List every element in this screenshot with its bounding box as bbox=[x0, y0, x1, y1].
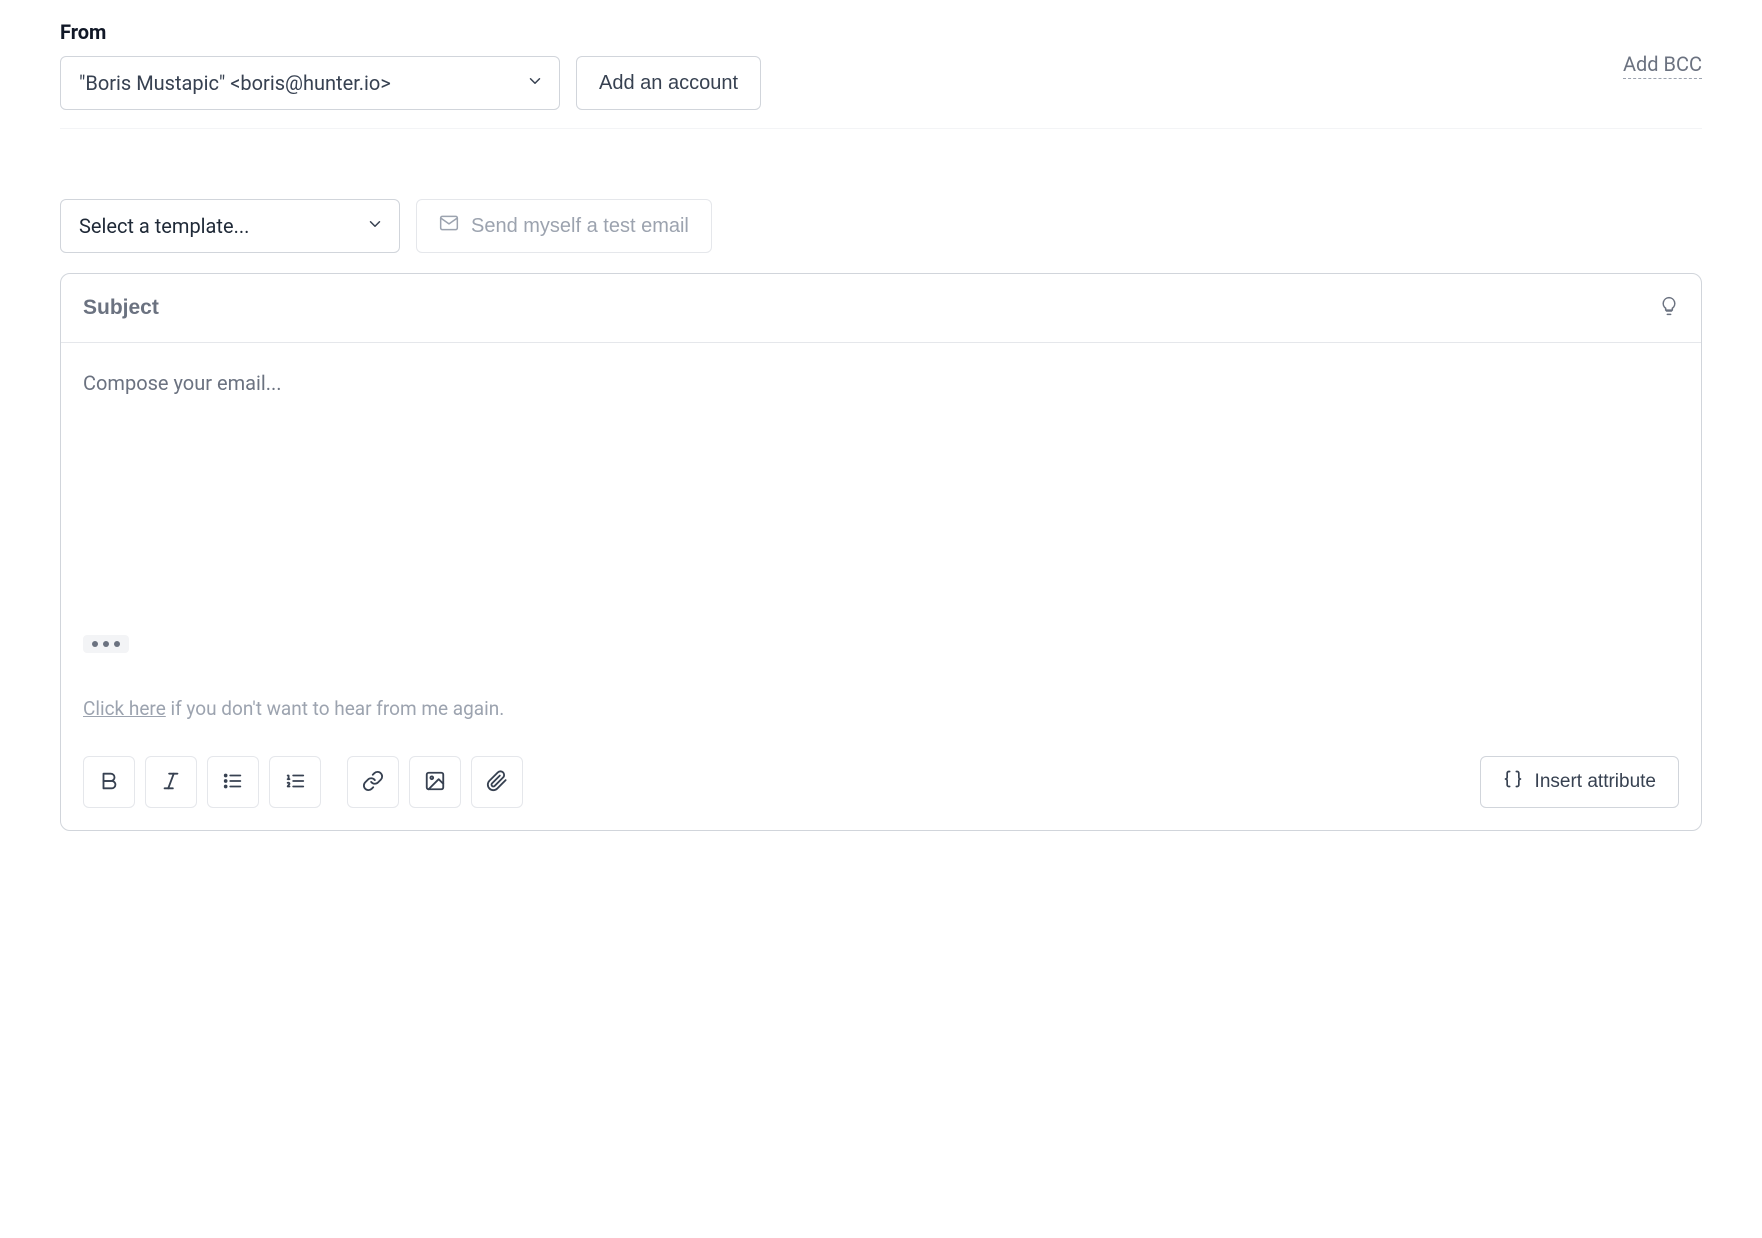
bold-button[interactable] bbox=[83, 756, 135, 808]
from-account-value: "Boris Mustapic" <boris@hunter.io> bbox=[79, 71, 391, 95]
from-row: From "Boris Mustapic" <boris@hunter.io> … bbox=[60, 20, 1702, 110]
paperclip-icon bbox=[486, 770, 508, 795]
divider bbox=[60, 128, 1702, 129]
image-button[interactable] bbox=[409, 756, 461, 808]
insert-attribute-label: Insert attribute bbox=[1535, 771, 1656, 793]
template-select-value: Select a template... bbox=[79, 214, 249, 238]
editor-toolbar: Insert attribute bbox=[61, 740, 1701, 830]
subject-row bbox=[61, 274, 1701, 343]
template-row: Select a template... Send myself a test … bbox=[60, 199, 1702, 253]
bold-icon bbox=[98, 770, 120, 795]
ordered-list-button[interactable] bbox=[269, 756, 321, 808]
bullet-list-button[interactable] bbox=[207, 756, 259, 808]
from-label: From bbox=[60, 20, 761, 44]
link-button[interactable] bbox=[347, 756, 399, 808]
template-select-wrapper: Select a template... bbox=[60, 199, 400, 253]
from-select-wrapper: "Boris Mustapic" <boris@hunter.io> bbox=[60, 56, 560, 110]
attachment-button[interactable] bbox=[471, 756, 523, 808]
insert-attribute-button[interactable]: Insert attribute bbox=[1480, 756, 1679, 808]
subject-input[interactable] bbox=[83, 296, 1659, 320]
italic-button[interactable] bbox=[145, 756, 197, 808]
unsubscribe-text: if you don't want to hear from me again. bbox=[166, 697, 504, 720]
compose-placeholder: Compose your email... bbox=[83, 371, 1679, 395]
ellipsis-icon[interactable] bbox=[83, 635, 129, 653]
add-account-label: Add an account bbox=[599, 72, 738, 95]
ordered-list-icon bbox=[284, 770, 306, 795]
envelope-icon bbox=[439, 213, 459, 239]
add-account-button[interactable]: Add an account bbox=[576, 56, 761, 110]
compose-body[interactable]: Compose your email... Click here if you … bbox=[61, 343, 1701, 740]
lightbulb-icon[interactable] bbox=[1659, 296, 1679, 320]
from-account-select[interactable]: "Boris Mustapic" <boris@hunter.io> bbox=[60, 56, 560, 110]
unsubscribe-line: Click here if you don't want to hear fro… bbox=[83, 697, 1679, 720]
braces-icon bbox=[1503, 769, 1523, 795]
template-select[interactable]: Select a template... bbox=[60, 199, 400, 253]
italic-icon bbox=[160, 770, 182, 795]
add-bcc-link[interactable]: Add BCC bbox=[1623, 52, 1702, 79]
email-editor: Compose your email... Click here if you … bbox=[60, 273, 1702, 831]
link-icon bbox=[362, 770, 384, 795]
send-test-email-button[interactable]: Send myself a test email bbox=[416, 199, 712, 253]
bullet-list-icon bbox=[222, 770, 244, 795]
send-test-email-label: Send myself a test email bbox=[471, 215, 689, 238]
image-icon bbox=[424, 770, 446, 795]
unsubscribe-link[interactable]: Click here bbox=[83, 697, 166, 720]
